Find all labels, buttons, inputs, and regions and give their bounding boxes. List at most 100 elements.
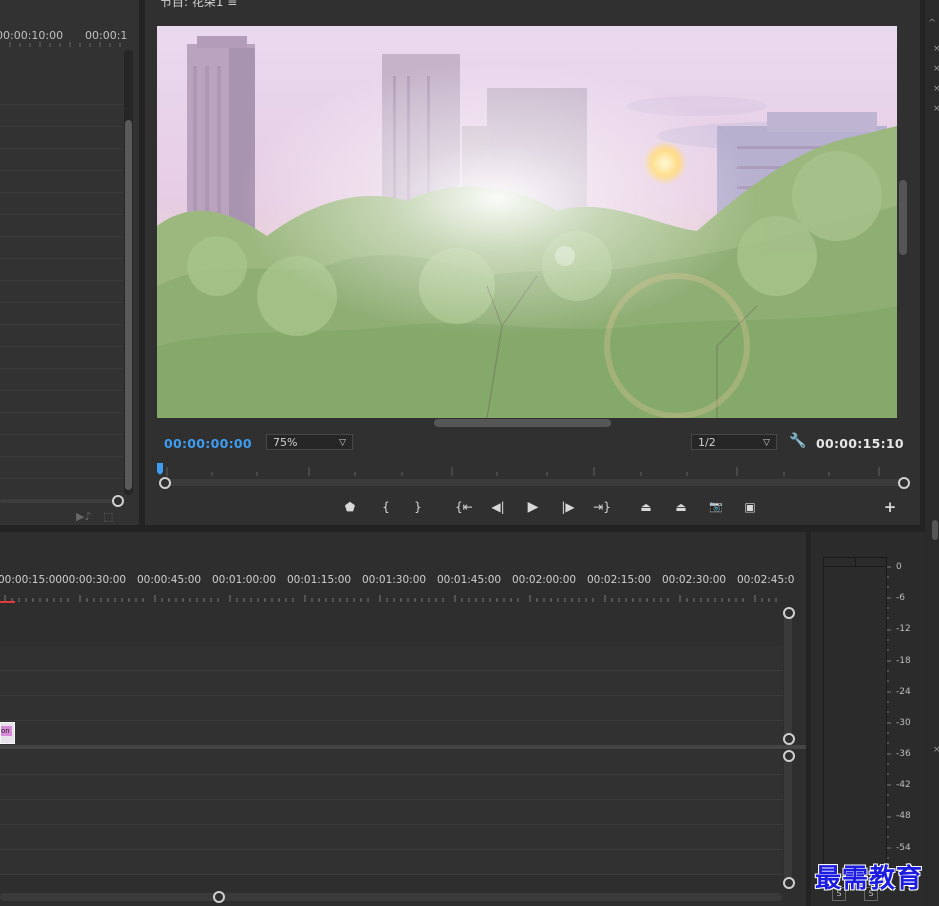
scrollbar-thumb[interactable] xyxy=(125,120,132,490)
track-divider xyxy=(0,126,123,127)
audio-track-row[interactable] xyxy=(0,775,783,800)
go-to-out-button[interactable]: ⇥} xyxy=(592,498,612,516)
add-marker-button[interactable]: ⬟ xyxy=(340,498,360,516)
audio-track-row[interactable] xyxy=(0,750,783,775)
peak-indicator-right[interactable] xyxy=(856,558,887,567)
ruler-label: 00:02:00:00 xyxy=(512,574,577,586)
ruler-label: 00:00:45:00 xyxy=(137,574,202,586)
close-icon[interactable]: × xyxy=(933,84,939,94)
scrollbar-handle[interactable] xyxy=(783,750,795,762)
timeline-zoom-handle[interactable] xyxy=(213,891,225,903)
source-ruler-ticks xyxy=(9,42,121,47)
step-forward-icon: |▶ xyxy=(561,500,575,514)
track-divider xyxy=(0,412,123,413)
go-to-in-icon: {⇤ xyxy=(455,500,473,514)
scrollbar-handle[interactable] xyxy=(783,733,795,745)
play-button[interactable]: ▶ xyxy=(523,498,543,516)
compare-icon: ▣ xyxy=(744,500,756,514)
program-scrub-bar[interactable] xyxy=(164,479,904,486)
track-divider xyxy=(0,324,123,325)
meter-scale-label: -42 xyxy=(896,780,911,790)
timeline-clip[interactable]: on xyxy=(0,722,15,744)
track-divider xyxy=(0,434,123,435)
button-editor-button[interactable]: + xyxy=(880,498,900,516)
export-icon[interactable]: ⬚ xyxy=(103,510,113,523)
audio-track-row[interactable] xyxy=(0,850,783,875)
audio-track-row[interactable] xyxy=(0,825,783,850)
track-divider xyxy=(0,214,123,215)
close-icon[interactable]: × xyxy=(933,104,939,114)
close-icon[interactable]: × xyxy=(933,64,939,74)
export-frame-button[interactable]: 📷 xyxy=(706,498,726,516)
scrub-end-handle[interactable] xyxy=(898,477,910,489)
audio-meter xyxy=(823,557,887,887)
camera-icon: 📷 xyxy=(709,500,723,513)
video-track-row[interactable] xyxy=(0,671,783,696)
mark-in-button[interactable]: { xyxy=(376,498,396,516)
track-divider xyxy=(0,258,123,259)
peak-indicator-left[interactable] xyxy=(824,558,856,567)
source-monitor-panel: 00:00:10:00 00:00:1 ▶♪ ⬚ xyxy=(0,0,139,525)
track-divider xyxy=(0,346,123,347)
ruler-label: 00:00:15:00 xyxy=(0,574,63,586)
track-divider xyxy=(0,302,123,303)
playback-resolution-select[interactable]: 1/2 ▽ xyxy=(691,434,777,450)
track-divider xyxy=(0,456,123,457)
meter-scale-label: -18 xyxy=(896,656,911,666)
meter-scale-label: -54 xyxy=(896,843,911,853)
video-tracks-scrollbar[interactable] xyxy=(784,612,792,742)
right-panel-strip: ^ × × × × × xyxy=(925,0,939,906)
wrench-icon[interactable]: 🔧 xyxy=(789,433,806,449)
program-time-ruler[interactable] xyxy=(157,463,907,477)
step-forward-button[interactable]: |▶ xyxy=(558,498,578,516)
program-monitor-title[interactable]: 节目: 花朵1 ≡ xyxy=(160,0,237,10)
meter-scale-label: -48 xyxy=(896,811,911,821)
meter-scale-label: -6 xyxy=(896,593,905,603)
scrollbar-handle[interactable] xyxy=(783,607,795,619)
video-track-row[interactable] xyxy=(0,646,783,671)
work-area-playhead[interactable] xyxy=(0,601,15,603)
video-track-row[interactable] xyxy=(0,696,783,721)
go-to-in-button[interactable]: {⇤ xyxy=(454,498,474,516)
step-back-button[interactable]: ◀| xyxy=(488,498,508,516)
right-scrollbar-thumb[interactable] xyxy=(932,520,938,540)
track-divider xyxy=(0,192,123,193)
track-divider xyxy=(0,280,123,281)
mark-out-button[interactable]: } xyxy=(408,498,428,516)
scrub-start-handle[interactable] xyxy=(159,477,171,489)
ruler-label: 00:02:45:0 xyxy=(737,574,795,586)
meter-scale-label: -24 xyxy=(896,687,911,697)
video-horizontal-scrollbar[interactable] xyxy=(434,419,611,427)
ruler-label: 00:00:30:00 xyxy=(62,574,127,586)
zoom-level-select[interactable]: 75% ▽ xyxy=(266,434,353,450)
chevron-icon[interactable]: ^ xyxy=(928,18,936,29)
source-vertical-scrollbar[interactable] xyxy=(124,50,133,495)
scrollbar-handle[interactable] xyxy=(783,877,795,889)
audio-track-row[interactable] xyxy=(0,800,783,825)
meter-scale-label: -30 xyxy=(896,718,911,728)
clip-label: on xyxy=(1,726,12,736)
zoom-handle[interactable] xyxy=(112,495,124,507)
playhead-marker[interactable] xyxy=(157,463,163,475)
timeline-ruler-ticks[interactable] xyxy=(0,591,785,603)
extract-button[interactable]: ⏏ xyxy=(671,498,691,516)
video-vertical-scrollbar[interactable] xyxy=(899,180,907,255)
insert-icon[interactable]: ▶♪ xyxy=(76,510,91,523)
meter-scale-label: -36 xyxy=(896,749,911,759)
video-track-row[interactable]: on xyxy=(0,721,783,746)
extract-icon: ⏏ xyxy=(675,500,687,514)
timeline-horizontal-scrollbar[interactable] xyxy=(0,893,782,901)
compare-view-button[interactable]: ▣ xyxy=(740,498,760,516)
ruler-label: 00:01:15:00 xyxy=(287,574,352,586)
audio-tracks-scrollbar[interactable] xyxy=(784,757,792,883)
close-icon[interactable]: × xyxy=(933,44,939,54)
meter-scale-label: 0 xyxy=(896,562,902,572)
track-divider xyxy=(0,478,123,479)
source-zoom-scrollbar[interactable] xyxy=(0,499,115,503)
step-back-icon: ◀| xyxy=(491,500,505,514)
mark-out-icon: } xyxy=(414,500,422,514)
close-icon[interactable]: × xyxy=(933,745,939,755)
current-timecode[interactable]: 00:00:00:00 xyxy=(164,436,252,451)
video-audio-divider[interactable] xyxy=(0,745,806,749)
lift-button[interactable]: ⏏ xyxy=(636,498,656,516)
